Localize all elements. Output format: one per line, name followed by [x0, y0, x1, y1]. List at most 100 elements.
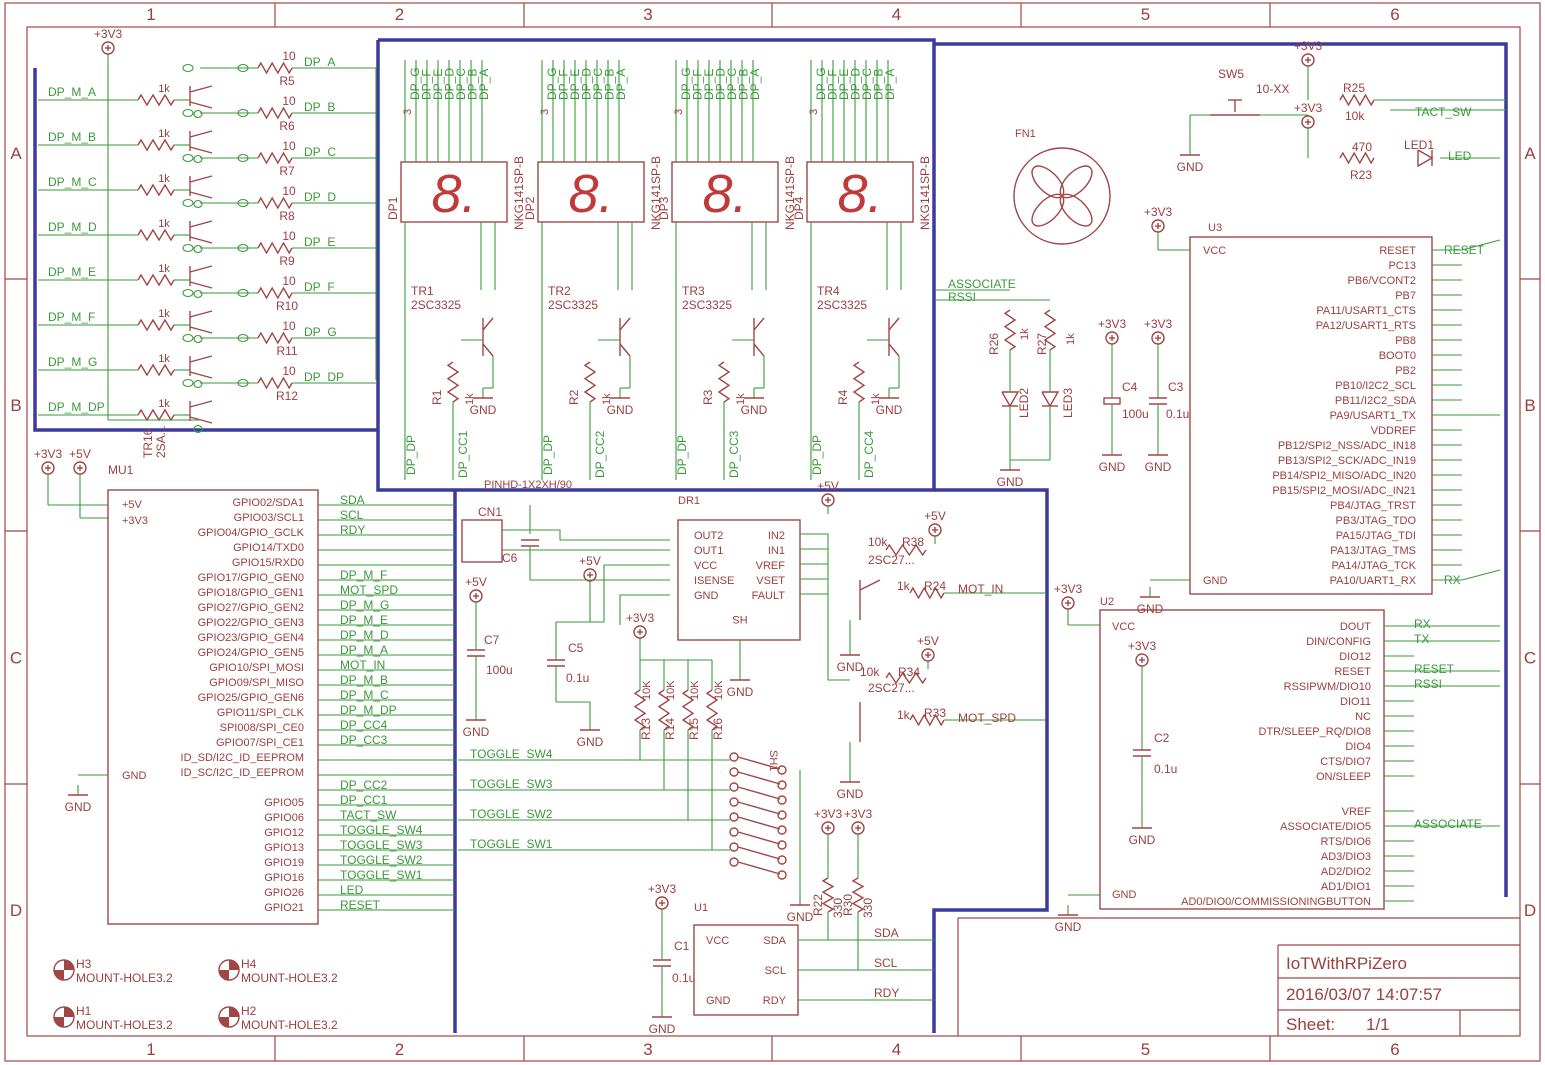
resistor-symbol [852, 361, 866, 403]
net-label: DP_CC3 [727, 430, 741, 478]
net-label: TX [1414, 632, 1429, 646]
net-label: RDY [340, 523, 365, 537]
mount-hole-fill [64, 1007, 74, 1017]
pin-pad [193, 154, 203, 164]
dip-switch-lever [737, 861, 781, 875]
part-name: R38 [902, 535, 924, 549]
part-value: 100u [486, 663, 513, 677]
resistor-symbol [257, 376, 293, 390]
pin-label: VREF [1342, 806, 1372, 818]
pin-label: GPIO22/GPIO_GEN3 [198, 617, 304, 629]
npn-collector [888, 317, 900, 331]
pin-label: GPIO27/GPIO_GEN2 [198, 602, 304, 614]
value-label: 1k [897, 579, 911, 593]
project-title: IoTWithRPiZero [1286, 954, 1407, 973]
pin-num: 3 [402, 109, 414, 115]
title-block: IoTWithRPiZero 2016/03/07 14:07:57 Sheet: 1… [957, 917, 1520, 1036]
net-label: MOT_SPD [958, 711, 1016, 725]
net-label: DP_M_A [340, 643, 388, 657]
part-value: 2SC3325 [817, 298, 867, 312]
part-name: FN1 [1015, 128, 1036, 140]
pin-label: GPIO04/GPIO_GCLK [198, 527, 305, 539]
part-name: H1 [76, 1004, 92, 1018]
net-label: DP_M_C [48, 175, 97, 189]
power-label: +3V3 [844, 807, 873, 821]
part-name: TR16 [141, 428, 155, 458]
net-label: RSSI [1414, 677, 1442, 691]
pnp-emitter [189, 355, 213, 363]
pin-num: 3 [673, 109, 685, 115]
value-label: 10 [282, 139, 296, 153]
ground-label: GND [65, 800, 92, 814]
pin-label: PB7 [1395, 290, 1416, 302]
net-label: DP_CC4 [862, 430, 876, 478]
part-name: R9 [279, 254, 295, 268]
net-label: SDA [874, 926, 899, 940]
ground-label: GND [997, 475, 1024, 489]
value-label: 10K [713, 680, 725, 700]
npn-emitter [619, 343, 631, 357]
pin-label: GND [1112, 889, 1137, 901]
part-name: H2 [241, 1004, 257, 1018]
pin-label: GPIO19 [264, 857, 304, 869]
resistor-symbol [137, 318, 175, 332]
connector-cn1 [461, 519, 503, 563]
part-name: R7 [279, 164, 295, 178]
npn-emitter [888, 343, 900, 357]
ground-label: GND [649, 1022, 676, 1036]
value-label: 10 [282, 274, 296, 288]
dip-switch-contact [729, 827, 739, 837]
part-name: C4 [1122, 380, 1138, 394]
pin-label: GPIO09/SPI_MISO [209, 677, 304, 689]
pin-label: DIO4 [1345, 741, 1371, 753]
net-label: ASSOCIATE [1414, 817, 1482, 831]
part-name: R12 [276, 389, 298, 403]
net-label: TOGGLE_SW1 [470, 837, 553, 851]
part-value: MOUNT-HOLE3.2 [241, 971, 338, 985]
part-value: 100u [1122, 407, 1149, 421]
resistor-symbol [137, 138, 175, 152]
net-label: DP_DP [304, 370, 344, 384]
pnp-emitter [189, 220, 213, 228]
dip-switch-contact [729, 782, 739, 792]
part-name: DP2 [523, 196, 537, 220]
pin-label: ON/SLEEP [1316, 771, 1371, 783]
part-value: 0.1u [672, 971, 695, 985]
net-label: DP_M_F [48, 310, 95, 324]
sheet-number: 1/1 [1366, 1015, 1390, 1034]
part-name: R4 [836, 389, 850, 405]
power-label: +3V3 [648, 882, 677, 896]
resistor-symbol [257, 196, 293, 210]
power-label: +5V [817, 479, 839, 493]
column-label: 3 [643, 1040, 652, 1059]
mount-hole-fill [64, 960, 74, 970]
net-label: DP_B [304, 100, 335, 114]
part-name: C1 [674, 939, 690, 953]
part-value: MOUNT-HOLE3.2 [76, 971, 173, 985]
dip-switch-contact [729, 797, 739, 807]
part-name: U2 [1100, 596, 1114, 608]
pin-pad [182, 333, 194, 343]
resistor-symbol [1339, 93, 1375, 107]
part-name: R14 [663, 718, 677, 740]
net-label: DP_M_B [340, 673, 388, 687]
pnp-collector [189, 191, 213, 199]
led-symbol [1041, 391, 1060, 408]
net-label: DP_M_C [340, 688, 389, 702]
value-label: 1k [158, 83, 170, 95]
part-value: 10-XX [1256, 82, 1289, 96]
dip-switch-contact [729, 767, 739, 777]
dip-switch-lever [737, 831, 781, 845]
net-label: TOGGLE_SW4 [340, 823, 423, 837]
part-name: U1 [694, 902, 708, 914]
pin-label: PB6/VCONT2 [1348, 275, 1416, 287]
part-name: R27 [1035, 333, 1049, 355]
sheet-label: Sheet: [1286, 1015, 1335, 1034]
part-value: HS [732, 613, 747, 625]
power-label: +3V3 [1128, 639, 1157, 653]
pin-label: GPIO12 [264, 827, 304, 839]
pin-label: GPIO06 [264, 812, 304, 824]
part-value: 0.1u [566, 671, 589, 685]
net-label: TACT_SW [1415, 105, 1472, 119]
ground-label: GND [607, 403, 634, 417]
